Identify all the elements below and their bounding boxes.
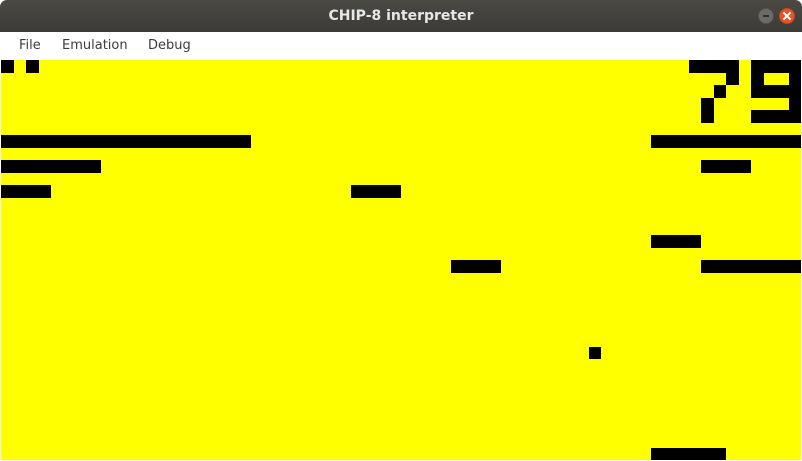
chip8-display bbox=[1, 60, 801, 460]
ball-pixel bbox=[589, 347, 601, 359]
score-digit-pixel bbox=[726, 72, 739, 85]
bar-pixel bbox=[651, 235, 701, 248]
score-digit-pixel bbox=[751, 72, 764, 98]
menu-file[interactable]: File bbox=[19, 32, 41, 60]
menu-debug[interactable]: Debug bbox=[148, 32, 191, 60]
menu-bar: File Emulation Debug bbox=[0, 32, 802, 60]
score-digit-pixel bbox=[701, 110, 714, 123]
score-digit-pixel bbox=[688, 60, 739, 73]
app-window: CHIP-8 interpreter File Emulation Debug bbox=[0, 0, 802, 461]
score-digit-pixel bbox=[788, 72, 801, 123]
bar-pixel bbox=[651, 447, 726, 460]
sprite-pixel bbox=[1, 60, 14, 73]
bar-pixel bbox=[351, 185, 401, 198]
score-digit-pixel bbox=[713, 85, 726, 98]
sprite-pixel bbox=[26, 60, 39, 73]
minimize-button[interactable] bbox=[758, 8, 774, 24]
score-digit-pixel bbox=[701, 97, 714, 110]
score-digit-pixel bbox=[751, 60, 801, 73]
bar-pixel bbox=[1, 160, 101, 173]
bar-pixel bbox=[1, 185, 51, 198]
title-bar[interactable]: CHIP-8 interpreter bbox=[0, 0, 802, 32]
menu-emulation[interactable]: Emulation bbox=[62, 32, 128, 60]
bar-pixel bbox=[451, 260, 501, 273]
close-button[interactable] bbox=[779, 8, 795, 24]
window-title: CHIP-8 interpreter bbox=[328, 8, 474, 24]
score-digit-pixel bbox=[751, 110, 789, 123]
bar-pixel bbox=[651, 135, 801, 148]
score-digit-pixel bbox=[763, 85, 789, 98]
bar-pixel bbox=[1, 135, 251, 148]
bar-pixel bbox=[701, 260, 801, 273]
bar-pixel bbox=[701, 160, 751, 173]
